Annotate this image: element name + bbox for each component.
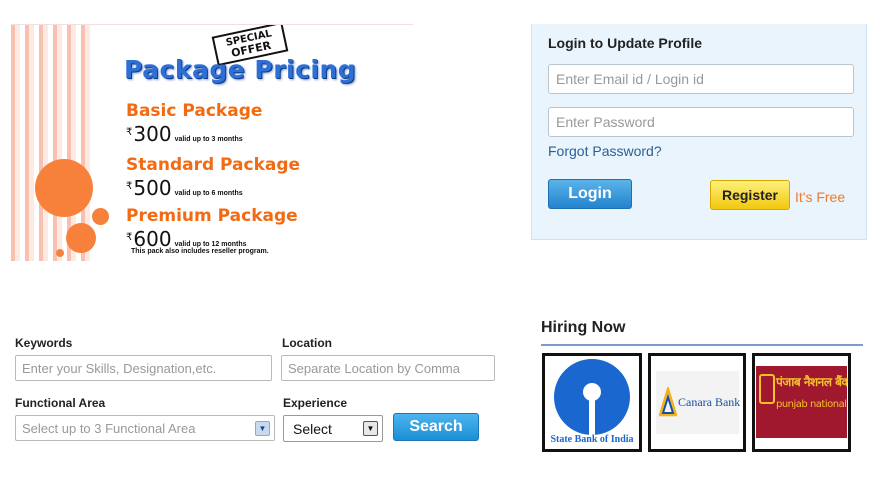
canara-logo: Canara Bank: [656, 371, 741, 434]
package-name: Basic Package: [126, 101, 263, 121]
rupee-icon: ₹: [126, 181, 133, 192]
package-pricing-title: Package Pricing: [124, 55, 357, 84]
decorative-circle: [35, 159, 93, 217]
pnb-logo-text: punjab national bank: [776, 399, 848, 410]
package-name: Standard Package: [126, 155, 301, 175]
price-validity: valid up to 12 months: [174, 241, 247, 248]
pnb-mark-icon: [759, 374, 775, 404]
rupee-icon: ₹: [126, 232, 133, 243]
login-title: Login to Update Profile: [548, 35, 702, 51]
functional-area-label: Functional Area: [15, 396, 106, 410]
login-button[interactable]: Login: [548, 179, 632, 209]
decorative-circle: [92, 208, 109, 225]
price-validity: valid up to 6 months: [174, 190, 243, 197]
register-button[interactable]: Register: [710, 180, 790, 210]
keywords-label: Keywords: [15, 336, 73, 350]
canara-triangle-icon: [659, 387, 677, 417]
forgot-password-link[interactable]: Forgot Password?: [548, 143, 662, 159]
keywords-input[interactable]: Enter your Skills, Designation,etc.: [15, 355, 272, 381]
experience-value: Select: [293, 420, 332, 437]
search-button[interactable]: Search: [393, 413, 479, 441]
rupee-icon: ₹: [126, 127, 133, 138]
package-price: ₹ 300 valid up to 3 months: [126, 122, 262, 146]
email-field[interactable]: Enter Email id / Login id: [548, 64, 854, 94]
decorative-circle: [66, 223, 96, 253]
package-basic: Basic Package ₹ 300 valid up to 3 months: [126, 101, 262, 146]
package-standard: Standard Package ₹ 500 valid up to 6 mon…: [126, 155, 300, 200]
package-price: ₹ 500 valid up to 6 months: [126, 176, 300, 200]
login-panel: Login to Update Profile Enter Email id /…: [531, 24, 867, 240]
price-amount: 500: [133, 176, 172, 200]
package-premium: Premium Package ₹ 600 valid up to 12 mon…: [126, 206, 298, 251]
reseller-note: This pack also includes reseller program…: [131, 248, 269, 255]
functional-area-value: Select up to 3 Functional Area: [22, 420, 196, 436]
package-name: Premium Package: [126, 206, 298, 226]
price-amount: 300: [133, 122, 172, 146]
company-logo-canara[interactable]: Canara Bank: [648, 353, 746, 452]
price-validity: valid up to 3 months: [174, 136, 243, 143]
package-pricing-banner[interactable]: SPECIAL OFFER Package Pricing Basic Pack…: [11, 24, 413, 261]
location-label: Location: [282, 336, 332, 350]
divider: [541, 344, 863, 346]
sbi-logo-text: State Bank of India: [550, 434, 634, 445]
functional-area-select[interactable]: Select up to 3 Functional Area ▼: [15, 415, 275, 441]
canara-logo-text: Canara Bank: [678, 395, 741, 409]
decorative-circle: [56, 249, 64, 257]
sbi-logo-keyhole: [589, 399, 595, 435]
sbi-logo: [554, 359, 630, 435]
page: SPECIAL OFFER Package Pricing Basic Pack…: [0, 0, 873, 489]
pnb-logo: पंजाब नैशनल बैंक punjab national bank: [756, 366, 851, 438]
company-logo-pnb[interactable]: पंजाब नैशनल बैंक punjab national bank: [752, 353, 851, 452]
company-logo-sbi[interactable]: State Bank of India: [542, 353, 642, 452]
hiring-now-title: Hiring Now: [541, 319, 626, 336]
its-free-label: It's Free: [795, 189, 846, 205]
dropdown-arrow-icon[interactable]: ▼: [255, 421, 270, 436]
location-input[interactable]: Separate Location by Comma: [281, 355, 495, 381]
dropdown-arrow-icon[interactable]: ▼: [363, 421, 378, 436]
experience-label: Experience: [283, 396, 348, 410]
password-field[interactable]: Enter Password: [548, 107, 854, 137]
pnb-logo-hindi: पंजाब नैशनल बैंक: [776, 375, 851, 389]
experience-select[interactable]: Select ▼: [283, 415, 383, 442]
